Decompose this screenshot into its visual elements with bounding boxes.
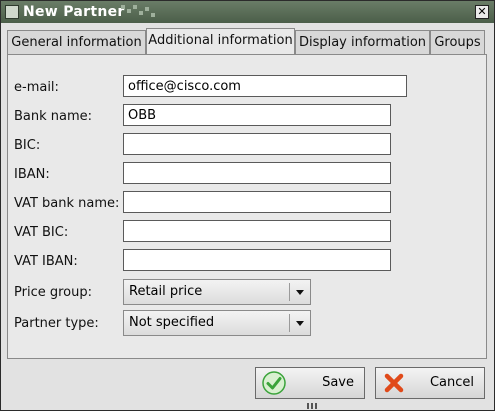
- additional-information-panel: e-mail: Bank name: BIC: IBAN: VAT bank n…: [7, 54, 487, 359]
- vat-iban-label: VAT IBAN:: [14, 254, 78, 269]
- bank-name-field[interactable]: [123, 104, 391, 126]
- tab-additional-information[interactable]: Additional information: [146, 28, 295, 56]
- title-decoration: [121, 5, 161, 21]
- save-label: Save: [322, 375, 354, 390]
- price-group-value: Retail price: [129, 284, 203, 299]
- price-group-select[interactable]: Retail price: [123, 279, 311, 305]
- vat-bank-name-label: VAT bank name:: [14, 196, 120, 211]
- chevron-down-icon: [296, 290, 304, 295]
- tab-bar: General information Additional informati…: [7, 28, 487, 56]
- save-button[interactable]: Save: [255, 367, 365, 399]
- bank-name-label: Bank name:: [14, 109, 93, 124]
- combo-separator: [289, 314, 290, 332]
- vat-bank-name-field[interactable]: [123, 191, 391, 213]
- tab-groups[interactable]: Groups: [430, 30, 485, 54]
- partner-type-value: Not specified: [129, 315, 215, 330]
- tab-label: Display information: [298, 35, 427, 50]
- tab-label: Additional information: [148, 33, 293, 48]
- close-icon: ✕: [477, 5, 487, 18]
- window-menu-icon[interactable]: [5, 5, 19, 19]
- checkmark-icon: [262, 371, 286, 395]
- price-group-label: Price group:: [14, 285, 92, 300]
- partner-type-select[interactable]: Not specified: [123, 310, 311, 336]
- x-cross-icon: [384, 373, 404, 393]
- tab-general-information[interactable]: General information: [7, 30, 146, 54]
- new-partner-window: New Partner ✕ General information Additi…: [0, 0, 495, 411]
- cancel-button[interactable]: Cancel: [375, 367, 485, 399]
- vat-bic-field[interactable]: [123, 220, 391, 242]
- cancel-label: Cancel: [429, 375, 474, 390]
- iban-label: IBAN:: [14, 167, 50, 182]
- tab-display-information[interactable]: Display information: [295, 30, 430, 54]
- email-field[interactable]: [123, 75, 407, 97]
- tab-label: General information: [11, 35, 142, 50]
- vat-iban-field[interactable]: [123, 249, 391, 271]
- vat-bic-label: VAT BIC:: [14, 225, 69, 240]
- email-label: e-mail:: [14, 80, 59, 95]
- window-title: New Partner: [23, 4, 125, 20]
- bic-label: BIC:: [14, 138, 41, 153]
- iban-field[interactable]: [123, 162, 391, 184]
- combo-separator: [289, 283, 290, 301]
- close-button[interactable]: ✕: [475, 5, 489, 19]
- title-bar[interactable]: New Partner ✕: [1, 1, 494, 23]
- resize-grip[interactable]: [303, 403, 323, 409]
- chevron-down-icon: [296, 321, 304, 326]
- partner-type-label: Partner type:: [14, 316, 99, 331]
- tab-label: Groups: [434, 35, 481, 50]
- bic-field[interactable]: [123, 133, 391, 155]
